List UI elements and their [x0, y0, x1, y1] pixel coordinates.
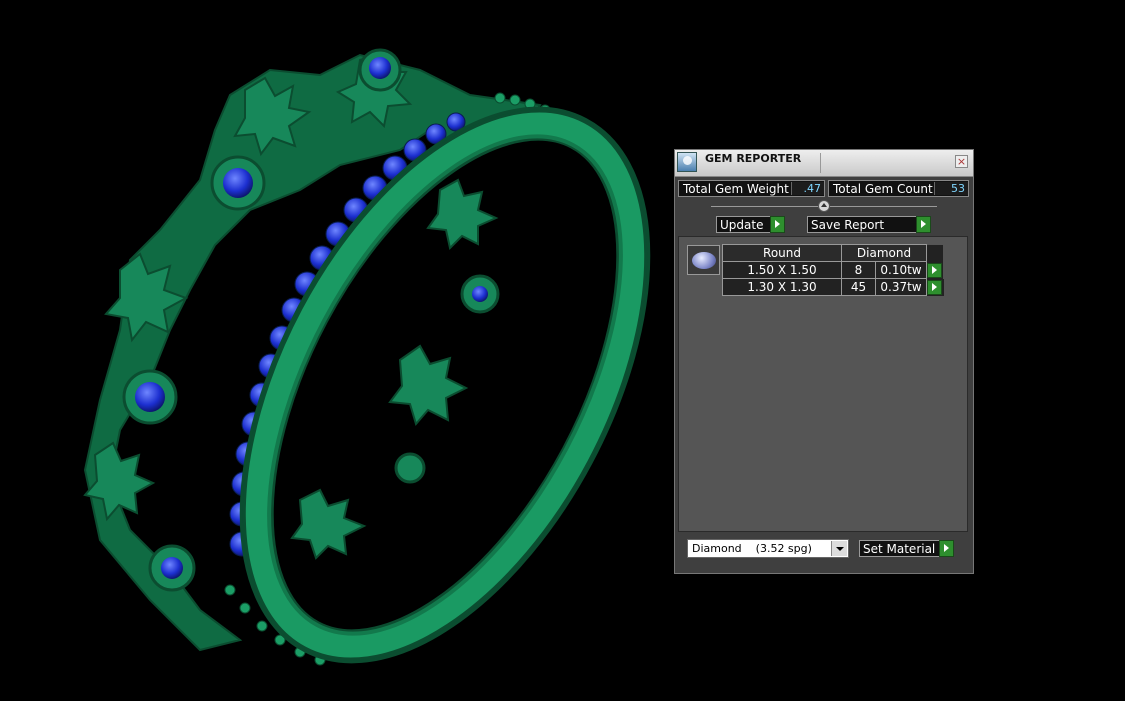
- chevron-down-icon[interactable]: [831, 541, 847, 556]
- material-select[interactable]: Diamond (3.52 spg): [687, 539, 849, 558]
- total-gem-weight-label: Total Gem Weight: [683, 182, 789, 196]
- round-gem-thumbnail[interactable]: [687, 245, 720, 275]
- gem-weight-cell: 0.10tw: [875, 261, 927, 279]
- total-gem-count-value: 53: [934, 182, 968, 195]
- play-arrow-icon: [939, 540, 954, 557]
- shape-header: Round: [722, 244, 842, 262]
- gem-reporter-icon: [677, 152, 697, 172]
- total-gem-count-field: Total Gem Count 53: [828, 180, 969, 197]
- update-button-label: Update: [720, 218, 764, 232]
- update-button[interactable]: Update: [716, 216, 785, 233]
- total-gem-weight-field: Total Gem Weight .47: [678, 180, 825, 197]
- collapse-toggle-icon[interactable]: [818, 200, 830, 212]
- panel-titlebar[interactable]: GEM REPORTER ×: [675, 150, 973, 177]
- save-report-button[interactable]: Save Report: [807, 216, 931, 233]
- select-row-arrow-icon[interactable]: [927, 262, 942, 278]
- gem-weight-cell: 0.37tw: [875, 278, 927, 296]
- round-diamond-icon: [692, 252, 716, 269]
- crown-ring-render: [83, 48, 651, 666]
- material-header: Diamond: [841, 244, 927, 262]
- select-row-arrow-icon[interactable]: [927, 279, 942, 295]
- gem-table: Round Diamond 1.50 X 1.50 8 0.10tw 1.30 …: [722, 244, 944, 296]
- gem-size-cell: 1.50 X 1.50: [722, 261, 842, 279]
- render-viewport[interactable]: [0, 0, 660, 697]
- table-row[interactable]: 1.30 X 1.30 45 0.37tw: [722, 278, 944, 296]
- set-material-button-label: Set Material: [863, 542, 936, 556]
- gem-size-cell: 1.30 X 1.30: [722, 278, 842, 296]
- material-select-value: Diamond (3.52 spg): [692, 542, 812, 555]
- play-arrow-icon: [916, 216, 931, 233]
- gem-list: Round Diamond 1.50 X 1.50 8 0.10tw 1.30 …: [678, 236, 968, 532]
- close-icon[interactable]: ×: [955, 155, 968, 168]
- table-row[interactable]: 1.50 X 1.50 8 0.10tw: [722, 261, 944, 279]
- total-gem-count-label: Total Gem Count: [833, 182, 933, 196]
- title-separator: [820, 153, 821, 173]
- gem-count-cell: 8: [841, 261, 876, 279]
- gem-reporter-panel: GEM REPORTER × Total Gem Weight .47 Tota…: [674, 149, 974, 574]
- save-report-button-label: Save Report: [811, 218, 885, 232]
- play-arrow-icon: [770, 216, 785, 233]
- gem-count-cell: 45: [841, 278, 876, 296]
- total-gem-weight-value: .47: [791, 182, 824, 195]
- panel-title: GEM REPORTER: [705, 152, 802, 165]
- set-material-button[interactable]: Set Material: [859, 540, 954, 557]
